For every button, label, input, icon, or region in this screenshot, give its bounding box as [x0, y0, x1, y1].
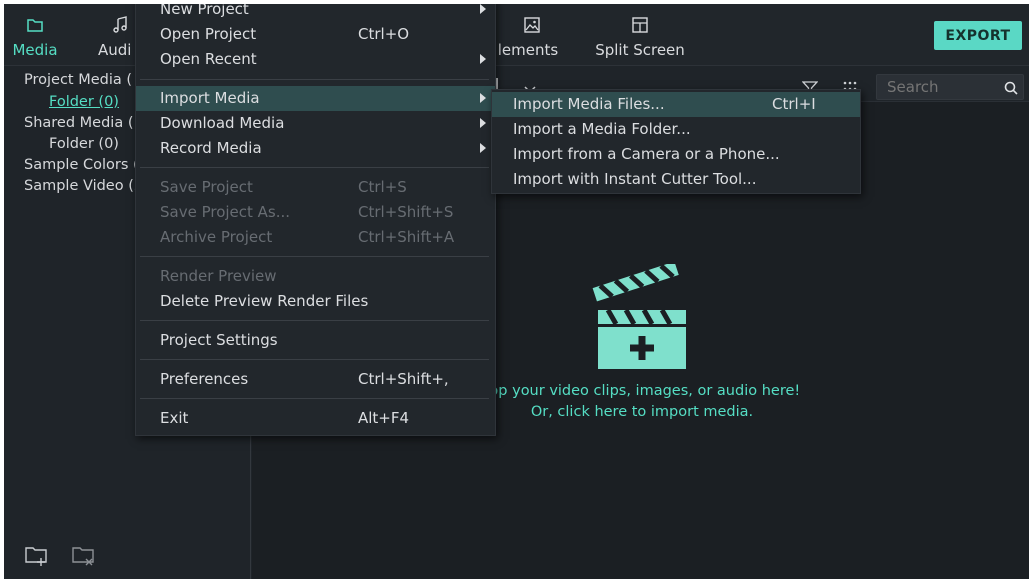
drop-hint-line2[interactable]: Or, click here to import media. — [452, 402, 832, 423]
submenu-arrow-icon — [480, 4, 486, 14]
menu-separator — [140, 79, 489, 80]
tab-media[interactable]: Media — [4, 4, 66, 66]
submenu-item-import-from-camera[interactable]: Import from a Camera or a Phone... — [492, 142, 860, 167]
submenu-item-import-media-folder[interactable]: Import a Media Folder... — [492, 117, 860, 142]
submenu-arrow-icon — [480, 118, 486, 128]
submenu-item-import-media-files[interactable]: Import Media Files... Ctrl+I — [492, 92, 860, 117]
menu-item-archive-project: Archive Project Ctrl+Shift+A — [160, 228, 455, 246]
menu-item-record-media[interactable]: Record Media — [136, 136, 495, 161]
menu-item-preferences[interactable]: Preferences Ctrl+Shift+, — [136, 367, 495, 392]
menu-item-download-media[interactable]: Download Media — [136, 111, 495, 136]
tab-split-label: Split Screen — [595, 41, 685, 59]
tree-item-shared-folder[interactable]: Folder (0) — [49, 136, 119, 152]
tab-media-label: Media — [12, 41, 58, 59]
tab-split-screen[interactable]: Split Screen — [590, 4, 690, 66]
submenu-arrow-icon — [480, 143, 486, 153]
tree-item-sample-video[interactable]: Sample Video (2 — [24, 178, 136, 194]
menu-item-delete-preview-render-files[interactable]: Delete Preview Render Files — [136, 289, 495, 314]
drop-hint-line1: rop your video clips, images, or audio h… — [483, 383, 801, 399]
menu-separator — [140, 256, 489, 257]
menu-item-project-settings[interactable]: Project Settings — [136, 328, 495, 353]
tab-elements[interactable]: lements — [488, 4, 568, 66]
file-menu: New Project Open Project Ctrl+O Open Rec… — [135, 4, 496, 436]
export-button[interactable]: EXPORT — [934, 21, 1022, 50]
search-input[interactable] — [876, 74, 1024, 100]
folder-icon — [27, 19, 43, 32]
video-editor-window: Media Audi lements Split Screen EXPORT P… — [4, 4, 1029, 579]
split-screen-icon — [632, 17, 648, 33]
menu-separator — [140, 167, 489, 168]
submenu-arrow-icon — [480, 54, 486, 64]
menu-item-render-preview: Render Preview — [160, 267, 277, 285]
menu-item-save-project-as: Save Project As... Ctrl+Shift+S — [160, 203, 454, 221]
tree-item-shared-media[interactable]: Shared Media ( — [24, 115, 136, 131]
menu-item-new-project[interactable]: New Project — [136, 4, 495, 22]
menu-item-open-project[interactable]: Open Project Ctrl+O — [136, 22, 495, 47]
search-icon[interactable] — [1004, 81, 1018, 95]
menu-item-exit[interactable]: Exit Alt+F4 — [136, 406, 495, 431]
new-folder-icon[interactable] — [24, 543, 50, 567]
tree-item-project-folder[interactable]: Folder (0) — [49, 94, 119, 110]
menu-item-import-media[interactable]: Import Media — [136, 86, 495, 111]
clapperboard-import-icon[interactable] — [592, 264, 692, 374]
submenu-arrow-icon — [480, 93, 486, 103]
menu-separator — [140, 320, 489, 321]
menu-item-open-recent[interactable]: Open Recent — [136, 47, 495, 72]
submenu-item-import-instant-cutter[interactable]: Import with Instant Cutter Tool... — [492, 167, 860, 192]
music-note-icon — [113, 16, 127, 33]
menu-separator — [140, 398, 489, 399]
tree-item-project-media[interactable]: Project Media ( — [24, 72, 136, 88]
drop-hint[interactable]: rop your video clips, images, or audio h… — [452, 381, 832, 423]
tree-item-sample-colors[interactable]: Sample Colors ( — [24, 157, 136, 173]
menu-item-save-project: Save Project Ctrl+S — [160, 178, 407, 196]
import-media-submenu: Import Media Files... Ctrl+I Import a Me… — [491, 89, 861, 194]
tab-elements-label: lements — [497, 41, 559, 59]
menu-separator — [140, 359, 489, 360]
delete-folder-icon[interactable] — [71, 543, 97, 567]
image-icon — [524, 17, 540, 33]
